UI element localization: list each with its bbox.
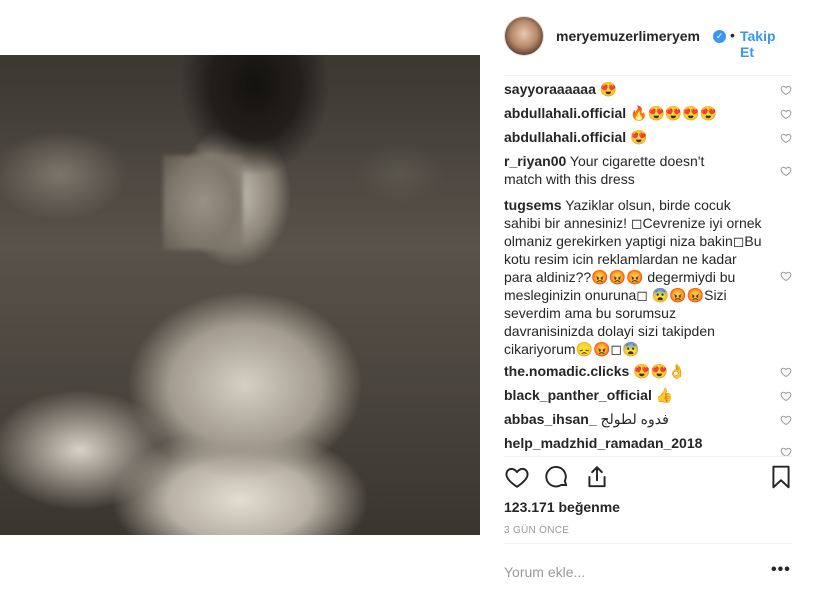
comment-item: abdullahali.official 😍 (504, 128, 774, 146)
post-header: meryemuzerlimeryem ✓ • Takip Et (504, 16, 792, 60)
comment-username[interactable]: tugsems (504, 197, 562, 213)
comment-item: the.nomadic.clicks 😍😍👌 (504, 362, 774, 380)
more-options-icon[interactable]: ••• (771, 561, 791, 579)
comment-text: 🔥😍😍😍😍 (626, 105, 718, 121)
comments-divider (504, 456, 792, 457)
comment-username[interactable]: black_panther_official (504, 387, 652, 403)
comment-text: Yaziklar olsun, birde cocuk sahibi bir a… (504, 197, 762, 357)
comment-username[interactable]: help_madzhid_ramadan_2018 (504, 435, 702, 451)
comment-item: r_riyan00 Your cigarette doesn't match w… (504, 152, 744, 188)
comment-item: sayyoraaaaaa 😍 (504, 80, 774, 98)
comment-username[interactable]: r_riyan00 (504, 153, 566, 169)
comment-username[interactable]: abbas_ihsan_ (504, 411, 597, 427)
comment-username[interactable]: abdullahali.official (504, 105, 626, 121)
comment-item: abbas_ihsan_ فدوه لطولج (504, 410, 774, 428)
comment-text: 😍😍👌 (629, 363, 686, 379)
comment-item: black_panther_official 👍 (504, 386, 774, 404)
comment-like-heart-icon[interactable] (780, 165, 792, 177)
share-icon[interactable] (584, 464, 610, 490)
post-actions (504, 464, 792, 492)
comment-text: 👍 (651, 387, 674, 403)
comment-like-heart-icon[interactable] (780, 366, 792, 378)
bookmark-icon[interactable] (768, 464, 794, 490)
heart-icon[interactable] (504, 464, 530, 490)
comment-username[interactable]: abdullahali.official (504, 129, 626, 145)
follow-button[interactable]: Takip Et (740, 28, 792, 60)
comment-text: 😍 (626, 129, 648, 145)
comment-like-heart-icon[interactable] (780, 390, 792, 402)
comment-item: abdullahali.official 🔥😍😍😍😍 (504, 104, 774, 122)
post-date[interactable]: 3 GÜN ÖNCE (504, 525, 569, 536)
comments-list[interactable]: sayyoraaaaaa 😍 abdullahali.official 🔥😍😍😍… (504, 78, 792, 456)
post-username[interactable]: meryemuzerlimeryem (556, 28, 700, 44)
comment-item: help_madzhid_ramadan_2018 (504, 434, 774, 452)
comment-like-heart-icon[interactable] (780, 414, 792, 426)
add-comment-input[interactable] (504, 562, 754, 582)
likes-count[interactable]: 123.171 beğenme (504, 499, 620, 515)
comment-item: tugsems Yaziklar olsun, birde cocuk sahi… (504, 196, 766, 358)
photo-blurred-region (163, 155, 243, 250)
comment-username[interactable]: sayyoraaaaaa (504, 81, 596, 97)
verified-icon: ✓ (713, 30, 726, 43)
comment-like-heart-icon[interactable] (780, 132, 792, 144)
comment-text: فدوه لطولج (596, 411, 669, 427)
separator-dot: • (730, 27, 735, 43)
comment-like-heart-icon[interactable] (780, 108, 792, 120)
date-divider (504, 543, 792, 544)
comment-like-heart-icon[interactable] (780, 84, 792, 96)
comment-like-heart-icon[interactable] (780, 446, 792, 456)
header-divider (504, 75, 792, 76)
comment-icon[interactable] (544, 464, 570, 490)
avatar[interactable] (504, 16, 544, 56)
post-photo[interactable] (0, 55, 480, 535)
comment-username[interactable]: the.nomadic.clicks (504, 363, 629, 379)
comment-text: 😍 (595, 81, 618, 97)
comment-like-heart-icon[interactable] (780, 270, 792, 282)
